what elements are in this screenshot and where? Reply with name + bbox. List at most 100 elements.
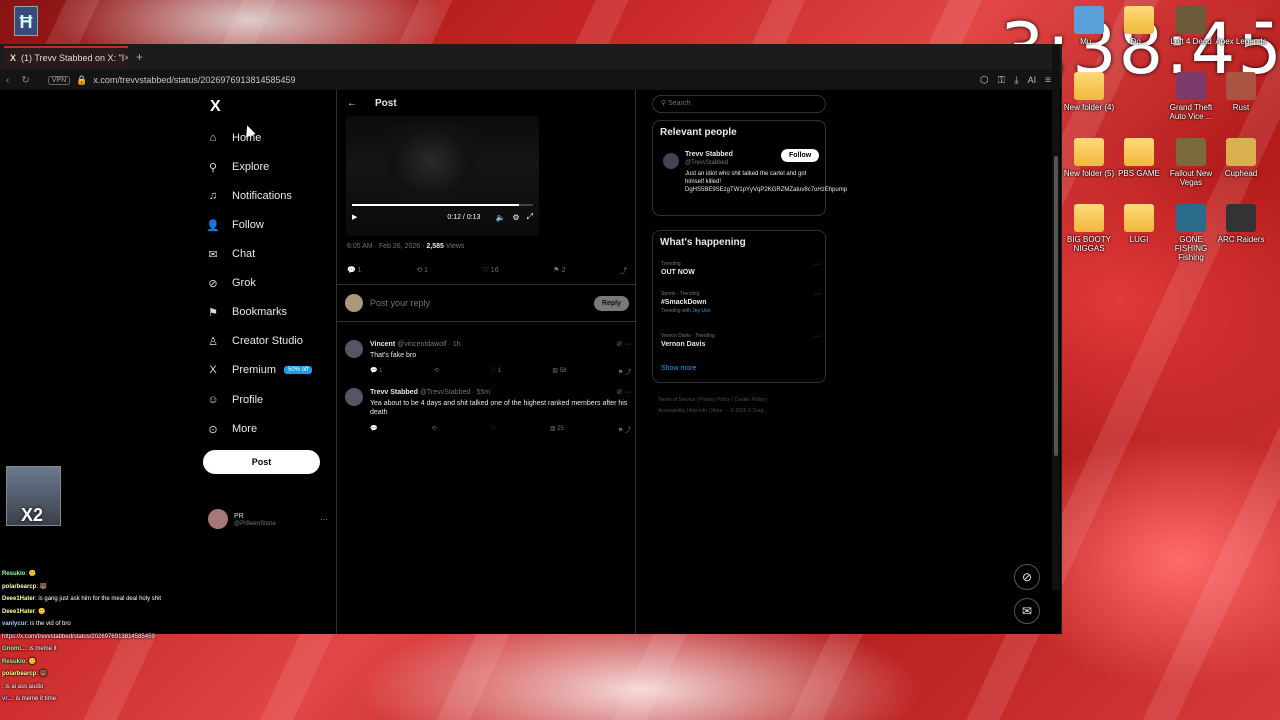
comment-author[interactable]: Vincent @vincentdawolf · 1h — [370, 341, 461, 348]
messages-float-icon[interactable]: ✉ — [1014, 598, 1040, 624]
comment-menu-icon[interactable]: ⊘ ··· — [616, 340, 631, 348]
like-action[interactable]: ♡ 16 — [483, 266, 499, 276]
more-dots-icon[interactable]: ··· — [814, 333, 821, 340]
reply-input[interactable]: Post your reply — [370, 298, 430, 308]
reply-action[interactable]: 💬 1 — [347, 266, 362, 276]
avatar[interactable] — [345, 388, 363, 406]
comment[interactable]: Trevv Stabbed @TrevvStabbed · 55m ⊘ ··· Ye… — [345, 388, 631, 434]
taskbar-app-icon[interactable]: Ħ — [14, 6, 38, 36]
heart-action[interactable]: ♡ — [490, 425, 495, 434]
desktop-icon[interactable]: PBS GAME — [1110, 138, 1168, 178]
reply-action[interactable]: 💬 — [370, 425, 377, 434]
more-dots-icon[interactable]: ··· — [814, 261, 821, 268]
account-switcher[interactable]: PR @PrBeenStone ··· — [208, 506, 328, 532]
search-input[interactable]: ⚲ Search — [652, 95, 826, 113]
nav-item-bookmarks[interactable]: ⚑ Bookmarks — [206, 302, 287, 322]
settings-icon[interactable]: ⚙ — [512, 213, 519, 222]
browser-tab[interactable]: X (1) Trevv Stabbed on X: "I × — [4, 46, 128, 68]
page-scrollbar[interactable] — [1052, 46, 1060, 590]
reload-icon[interactable]: ↻ — [21, 75, 29, 86]
chat-username: Resukio — [2, 571, 26, 577]
back-arrow-icon[interactable]: ← — [347, 98, 357, 109]
volume-icon[interactable]: 🔈 — [495, 213, 505, 222]
reply-button[interactable]: Reply — [593, 295, 629, 311]
desktop-icon[interactable]: LUGI — [1110, 204, 1168, 244]
new-tab-button[interactable]: + — [136, 50, 143, 64]
footer-links-2[interactable]: Accessibility | Ads info | More ··· © 20… — [658, 406, 828, 416]
nav-item-explore[interactable]: ⚲ Explore — [206, 157, 269, 177]
reply-action[interactable]: 💬 1 — [370, 367, 383, 376]
nav-item-notifications[interactable]: ♫ Notifications — [206, 186, 292, 206]
avatar[interactable] — [345, 340, 363, 358]
bookmark-action[interactable]: ⚑ 2 — [553, 266, 565, 276]
trend-link[interactable]: Jey Uso — [692, 308, 710, 314]
bookmark-icon: ⚑ — [553, 267, 560, 274]
chat-text: : is meme it time — [12, 696, 57, 702]
repost-action[interactable]: ⟲ — [434, 367, 439, 376]
nav-item-grok[interactable]: ⊘ Grok — [206, 273, 255, 293]
lock-icon[interactable]: 🔒 — [76, 75, 87, 86]
post-button[interactable]: Post — [203, 450, 320, 474]
repost-action[interactable]: ⟲ — [431, 425, 436, 434]
nav-item-follow[interactable]: 👤 Follow — [206, 215, 264, 235]
nav-item-creator-studio[interactable]: ♙ Creator Studio — [206, 331, 303, 351]
bookmark-icon[interactable]: ⚑ — [618, 428, 623, 434]
views-action[interactable]: ▥ 25 — [550, 425, 564, 434]
close-tab-icon[interactable]: × — [124, 53, 128, 64]
share-icon[interactable]: ⤴ — [625, 370, 631, 376]
desktop-icon[interactable]: New folder (4) — [1060, 72, 1118, 112]
chat-username: polarbearcp — [2, 671, 37, 677]
desktop-icon[interactable]: ARC Raiders — [1212, 204, 1270, 244]
heart-action[interactable]: ♡ 1 — [491, 367, 501, 376]
bookmark-count: 2 — [561, 267, 566, 274]
desktop-icon[interactable]: Cuphead — [1212, 138, 1270, 178]
desktop-icon[interactable]: Do... — [1110, 6, 1168, 46]
post-timestamp[interactable]: 6:05 AM · Feb 26, 2026 · — [347, 243, 426, 250]
trend-item[interactable]: Sports · Trending #SmackDown Trending with… — [661, 291, 821, 314]
scroll-thumb[interactable] — [1054, 156, 1058, 456]
extension-icon[interactable]: ⬡ — [980, 75, 989, 86]
vpn-button[interactable]: VPN — [47, 75, 71, 85]
menu-icon[interactable]: ≡ — [1045, 75, 1051, 86]
comment[interactable]: Vincent @vincentdawolf · 1h ⊘ ··· That's f… — [345, 340, 631, 384]
repost-icon: ⟲ — [433, 368, 440, 374]
desktop-icon[interactable]: Apex Legends — [1212, 6, 1270, 46]
desktop-icon[interactable]: Rust — [1212, 72, 1270, 112]
person-name[interactable]: Trevv Stabbed — [685, 151, 733, 158]
follow-button[interactable]: Follow — [781, 149, 820, 162]
repost-action[interactable]: ⟲ 1 — [416, 266, 428, 276]
url-field[interactable]: x.com/trevvstabbed/status/20269769138145… — [93, 75, 295, 85]
footer-links[interactable]: Terms of Service | Privacy Policy | Cook… — [658, 395, 828, 405]
nav-item-chat[interactable]: ✉ Chat — [206, 244, 255, 264]
comment-author[interactable]: Trevv Stabbed @TrevvStabbed · 55m — [370, 389, 490, 396]
app-icon — [1074, 6, 1104, 34]
show-more-link[interactable]: Show more — [661, 365, 696, 372]
video-player[interactable]: ▶ 0:12 / 0:13 🔈 ⚙ ⤢ — [346, 116, 539, 236]
app-icon — [1226, 6, 1256, 34]
nav-item-more[interactable]: ⊙ More — [206, 419, 257, 439]
views-action[interactable]: ▥ 58 — [552, 367, 566, 376]
grok-float-icon[interactable]: ⊘ — [1014, 564, 1040, 590]
share-icon[interactable]: ⤴ — [625, 428, 631, 434]
x-logo-icon[interactable]: X — [210, 98, 221, 116]
trend-item[interactable]: Vernon Davis · Trending Vernon Davis ··· — [661, 333, 821, 348]
avatar[interactable] — [663, 153, 679, 169]
download-icon[interactable]: ⤓ — [1014, 75, 1018, 86]
back-icon[interactable]: ‹ — [6, 75, 9, 86]
play-icon[interactable]: ▶ — [352, 213, 357, 221]
more-dots-icon[interactable]: ··· — [320, 515, 328, 524]
trend-item[interactable]: Trending OUT NOW ··· — [661, 261, 821, 276]
comment-menu-icon[interactable]: ⊘ ··· — [616, 388, 631, 396]
ai-button[interactable]: AI — [1028, 75, 1037, 85]
more-dots-icon[interactable]: ··· — [814, 291, 821, 298]
fullscreen-icon[interactable]: ⤢ — [527, 212, 533, 222]
share-icon[interactable]: ⤴ — [620, 266, 627, 276]
bookmark-icon[interactable]: ⚑ — [618, 370, 623, 376]
nav-item-premium[interactable]: X Premium 50% off — [206, 360, 313, 380]
trend-title: Vernon Davis — [661, 341, 706, 348]
repost-icon: ⟲ — [431, 426, 437, 432]
wallet-icon[interactable]: ⚿ — [998, 75, 1006, 86]
desktop-icon-label: New folder (4) — [1063, 103, 1115, 112]
nav-item-profile[interactable]: ☺ Profile — [206, 390, 263, 410]
nav-item-label: Profile — [232, 394, 264, 406]
